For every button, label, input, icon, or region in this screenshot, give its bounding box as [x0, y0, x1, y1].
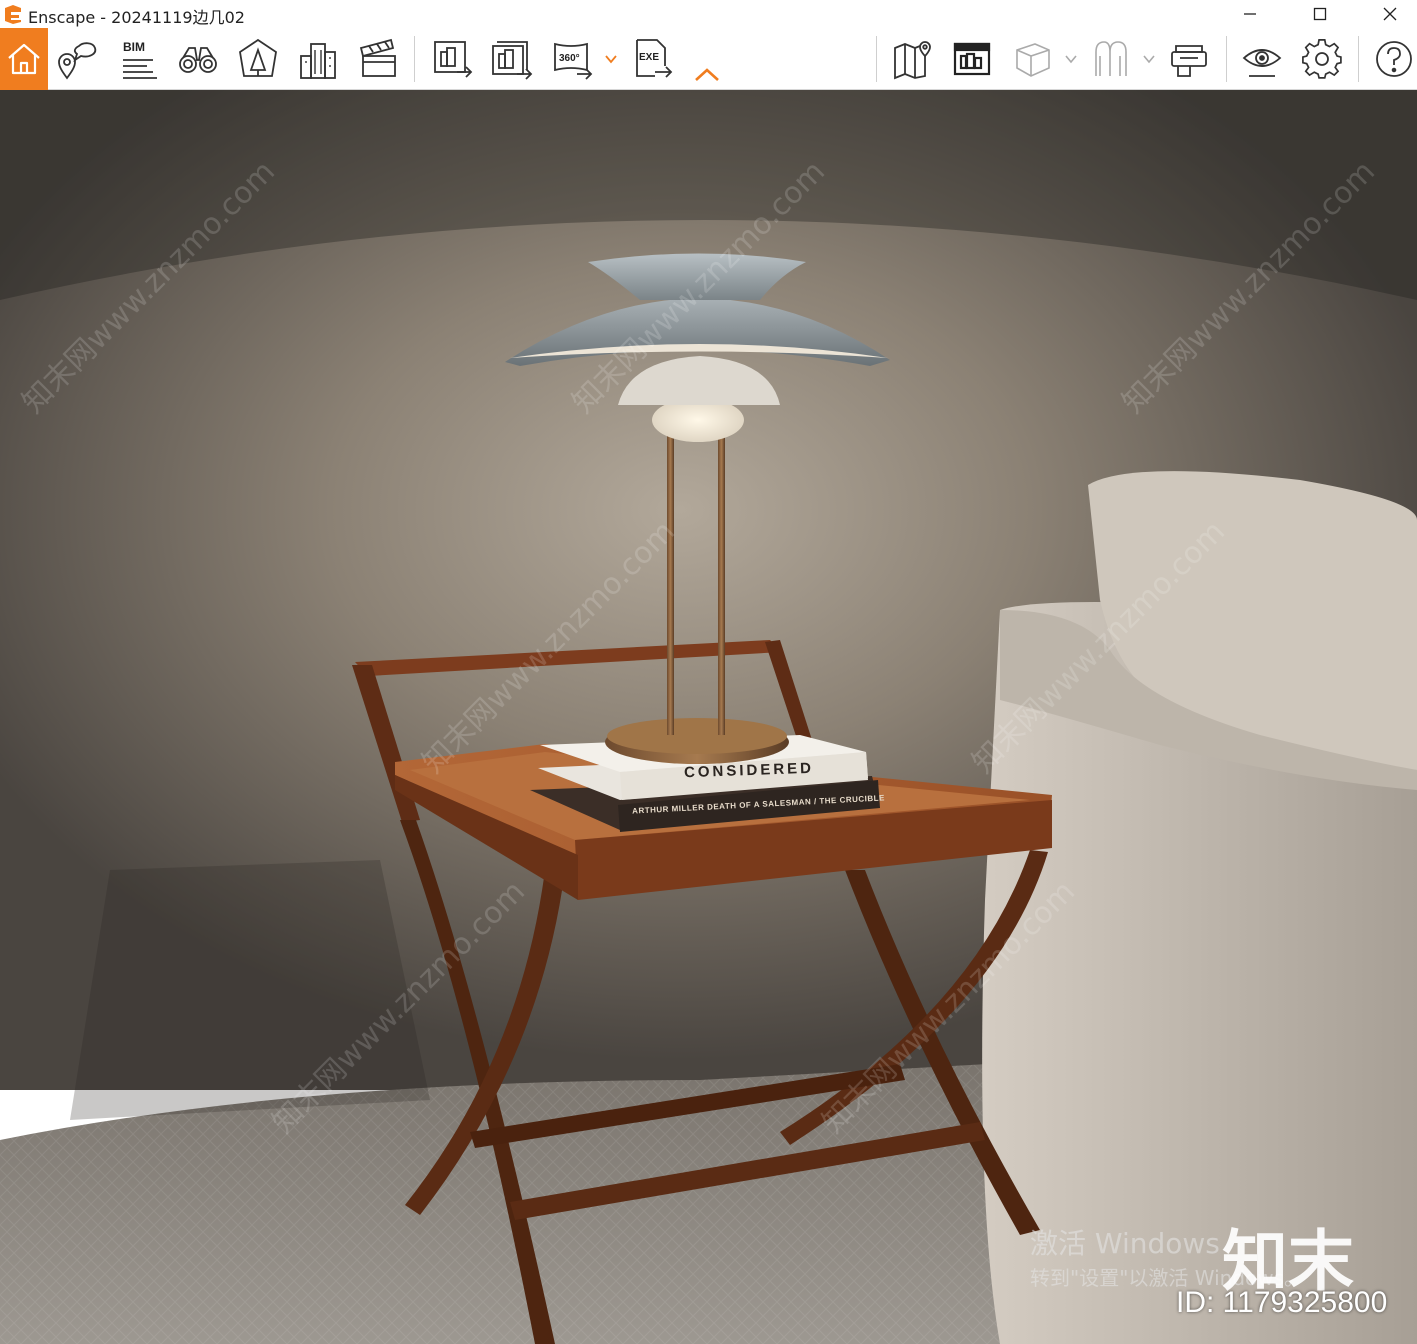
- main-toolbar: BIM 360° EXE: [0, 28, 1417, 90]
- buildings-button[interactable]: [293, 34, 343, 84]
- view-management-icon: [953, 42, 991, 76]
- title-bar: Enscape - 20241119边几02: [0, 0, 1417, 28]
- render-image-button[interactable]: [427, 34, 477, 84]
- minimize-icon: [1244, 13, 1256, 15]
- clapperboard-icon: [359, 38, 396, 77]
- binoculars-icon: [179, 47, 217, 73]
- atmosphere-icon: [1095, 41, 1127, 76]
- map-icon: [894, 41, 931, 80]
- chevron-up-icon[interactable]: [694, 66, 720, 84]
- export-exe-icon: EXE: [636, 39, 673, 78]
- buildings-icon: [300, 43, 336, 79]
- binoculars-button[interactable]: [173, 34, 223, 84]
- video-editor-button[interactable]: [353, 34, 403, 84]
- home-button[interactable]: [0, 28, 48, 90]
- id-label: ID: 1179325800: [1176, 1286, 1388, 1319]
- activate-windows-title: 激活 Windows: [1030, 1227, 1220, 1260]
- help-icon: [1376, 41, 1412, 77]
- svg-text:360°: 360°: [559, 53, 580, 64]
- close-icon: [1383, 7, 1397, 21]
- minimize-button[interactable]: [1220, 0, 1280, 28]
- chevron-down-icon[interactable]: [1142, 52, 1156, 66]
- vr-headset-icon: [1171, 45, 1207, 77]
- close-button[interactable]: [1360, 0, 1417, 28]
- help-button[interactable]: [1369, 34, 1417, 84]
- chevron-down-icon[interactable]: [604, 52, 618, 66]
- gear-icon: [1302, 39, 1342, 79]
- visual-settings-button[interactable]: [1237, 34, 1287, 84]
- panorama-icon: 360°: [554, 42, 593, 80]
- enscape-logo-icon: [5, 5, 21, 24]
- eye-icon: [1242, 49, 1282, 77]
- svg-text:BIM: BIM: [123, 40, 145, 54]
- panorama-button[interactable]: 360°: [547, 34, 597, 84]
- view-management-button[interactable]: [947, 34, 997, 84]
- bim-button[interactable]: BIM: [113, 34, 163, 84]
- cube-button[interactable]: [1007, 34, 1057, 84]
- settings-button[interactable]: [1297, 34, 1347, 84]
- render-image-icon: [434, 41, 473, 78]
- vr-button[interactable]: [1164, 34, 1214, 84]
- batch-render-button[interactable]: [487, 34, 537, 84]
- bim-icon: BIM: [123, 40, 157, 79]
- svg-text:EXE: EXE: [639, 52, 659, 63]
- maximize-icon: [1313, 7, 1327, 21]
- asset-library-button[interactable]: [233, 34, 283, 84]
- window-title: Enscape - 20241119边几02: [28, 8, 245, 27]
- map-button[interactable]: [887, 34, 937, 84]
- views-button[interactable]: [53, 34, 103, 84]
- location-pin-icon: [58, 42, 97, 80]
- toolbar-separator: [1226, 36, 1227, 82]
- batch-render-icon: [492, 41, 533, 80]
- export-exe-button[interactable]: EXE: [627, 34, 677, 84]
- chevron-down-icon[interactable]: [1064, 52, 1078, 66]
- toolbar-separator: [876, 36, 877, 82]
- toolbar-separator: [414, 36, 415, 82]
- render-viewport[interactable]: 知末网www.znzmo.com 知末网www.znzmo.com 知末网www…: [0, 90, 1417, 1344]
- atmosphere-button[interactable]: [1086, 34, 1136, 84]
- cube-icon: [1016, 43, 1050, 77]
- maximize-button[interactable]: [1290, 0, 1350, 28]
- home-icon: [8, 43, 40, 75]
- toolbar-separator: [1358, 36, 1359, 82]
- asset-library-icon: [239, 38, 277, 77]
